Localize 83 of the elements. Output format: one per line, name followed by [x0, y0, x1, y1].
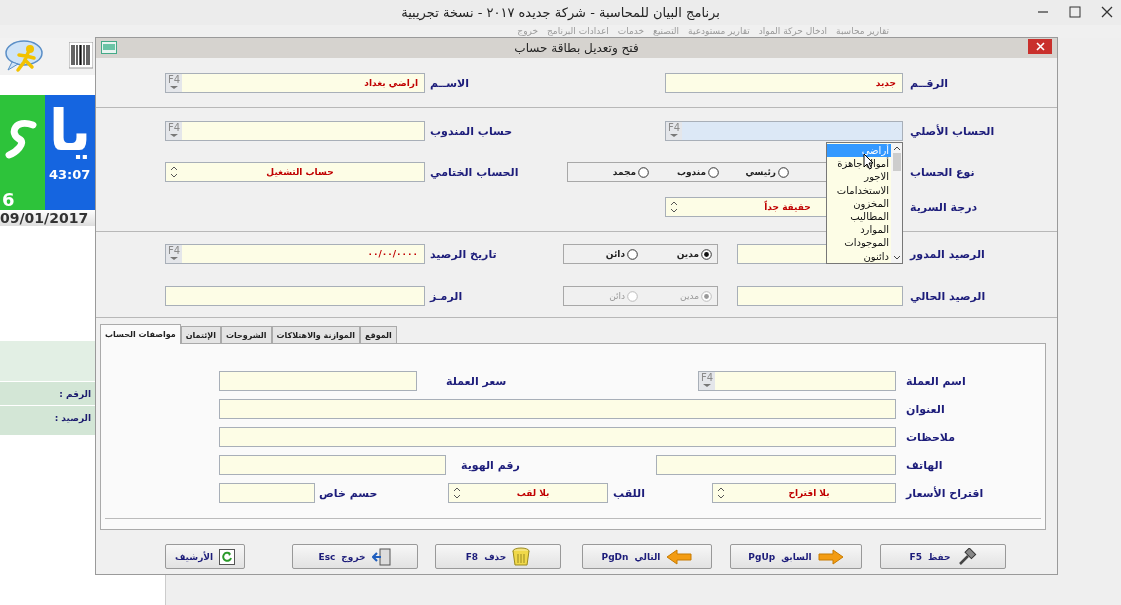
spin-arrows-icon[interactable] — [717, 486, 725, 500]
field-label: اسم العملة — [906, 374, 966, 388]
window-icon — [101, 41, 117, 54]
field-label: الرصيد المدور — [910, 247, 985, 261]
field-label: درجة السرية — [910, 200, 978, 214]
field-label: الرقــم — [910, 76, 949, 90]
scroll-thumb[interactable] — [892, 153, 901, 171]
list-item[interactable]: المخزون — [827, 196, 891, 210]
list-item[interactable]: الموارد — [827, 223, 891, 237]
field-label: الرصيد الحالي — [910, 289, 986, 303]
radio-icon[interactable] — [708, 166, 719, 178]
maximize-icon[interactable] — [1069, 6, 1081, 18]
caret-icon[interactable] — [170, 257, 178, 260]
field-label: الاســم — [430, 76, 469, 90]
field-label: سعر العملة — [446, 374, 507, 388]
input-field[interactable] — [219, 399, 896, 419]
spin-arrows-icon[interactable] — [170, 165, 178, 179]
input-field[interactable] — [656, 455, 896, 475]
radio-icon[interactable] — [701, 248, 712, 260]
field-label: الحساب الختامي — [430, 165, 519, 179]
field-label: العنوان — [906, 402, 945, 416]
radio-icon[interactable] — [638, 166, 649, 178]
caret-icon[interactable] — [170, 86, 178, 89]
list-item[interactable]: الموجودات — [827, 236, 891, 250]
input-field[interactable]: جديد — [665, 73, 903, 93]
action-button[interactable]: الأرشيف — [165, 544, 245, 569]
tab[interactable]: الشروحات — [220, 326, 272, 343]
caret-icon[interactable] — [170, 134, 178, 137]
field-label: رقم الهوية — [461, 458, 520, 472]
list-item[interactable]: الاستخدامات — [827, 183, 891, 197]
chat-bubble-icon[interactable] — [4, 39, 44, 74]
refresh-icon — [219, 548, 236, 565]
field-label: ملاحظات — [906, 430, 955, 444]
spin-field[interactable]: بلا اقتراح — [712, 483, 896, 503]
input-field[interactable] — [737, 286, 903, 306]
field-label: اقتراح الأسعار — [906, 486, 984, 500]
spin-arrows-icon[interactable] — [670, 200, 678, 214]
field-label: تاريخ الرصيد — [430, 247, 497, 261]
radio-icon[interactable] — [627, 248, 638, 260]
tab[interactable]: الموقع — [359, 326, 397, 343]
scroll-up-icon[interactable] — [892, 145, 901, 151]
spin-field[interactable]: حساب التشغيل — [165, 162, 425, 182]
field-label: الهاتف — [906, 458, 943, 472]
info-label: الرقم : — [59, 388, 91, 399]
tab[interactable]: الإئتمان — [180, 326, 221, 343]
field-label: حسم خاص — [319, 486, 378, 500]
caret-icon[interactable] — [703, 384, 711, 387]
radio-option[interactable]: مجمد — [579, 166, 649, 178]
field-label: الرمـز — [430, 289, 463, 303]
tab[interactable]: مواصفات الحساب — [100, 324, 181, 344]
exit-door-icon — [371, 547, 392, 566]
barcode-icon[interactable] — [69, 41, 93, 72]
caret-icon[interactable] — [670, 134, 678, 137]
input-field[interactable] — [165, 286, 425, 306]
left-arrow-icon — [666, 548, 693, 565]
spin-arrows-icon[interactable] — [453, 486, 461, 500]
radio-option[interactable]: رئيسي — [719, 166, 789, 178]
radio-option[interactable]: مدين — [638, 248, 712, 260]
scroll-down-icon[interactable] — [892, 255, 901, 261]
field-label: الحساب الأصلي — [910, 124, 995, 138]
tile-number: 6 — [2, 189, 15, 210]
list-item[interactable]: دائنون — [827, 249, 891, 263]
field-label: حساب المندوب — [430, 124, 513, 138]
dialog-title: فتح وتعديل بطاقة حساب — [514, 41, 639, 55]
info-label: الرصيد : — [54, 412, 91, 423]
scrollbar[interactable] — [891, 143, 902, 263]
right-arrow-icon — [817, 548, 844, 565]
list-item[interactable]: الاجور — [827, 170, 891, 184]
radio-icon[interactable] — [778, 166, 789, 178]
field-label: اللقب — [613, 486, 645, 500]
input-field[interactable] — [219, 483, 315, 503]
field-label: نوع الحساب — [910, 165, 975, 179]
close-icon[interactable] — [1101, 6, 1113, 18]
trash-bin-icon — [512, 546, 531, 567]
input-field[interactable] — [219, 427, 896, 447]
close-button[interactable] — [1028, 39, 1052, 54]
radio-option[interactable]: مندوب — [649, 166, 719, 178]
window-title: برنامج البيان للمحاسبة - شركة جديده ٢٠١٧ - نسخة تجريبية — [401, 5, 720, 20]
spin-field[interactable]: بلا لقب — [448, 483, 608, 503]
radio-option[interactable]: دائن — [564, 248, 638, 260]
input-field[interactable] — [219, 455, 446, 475]
tab[interactable]: الموازنة والاهتلاكات — [271, 326, 360, 343]
input-field[interactable] — [219, 371, 417, 391]
